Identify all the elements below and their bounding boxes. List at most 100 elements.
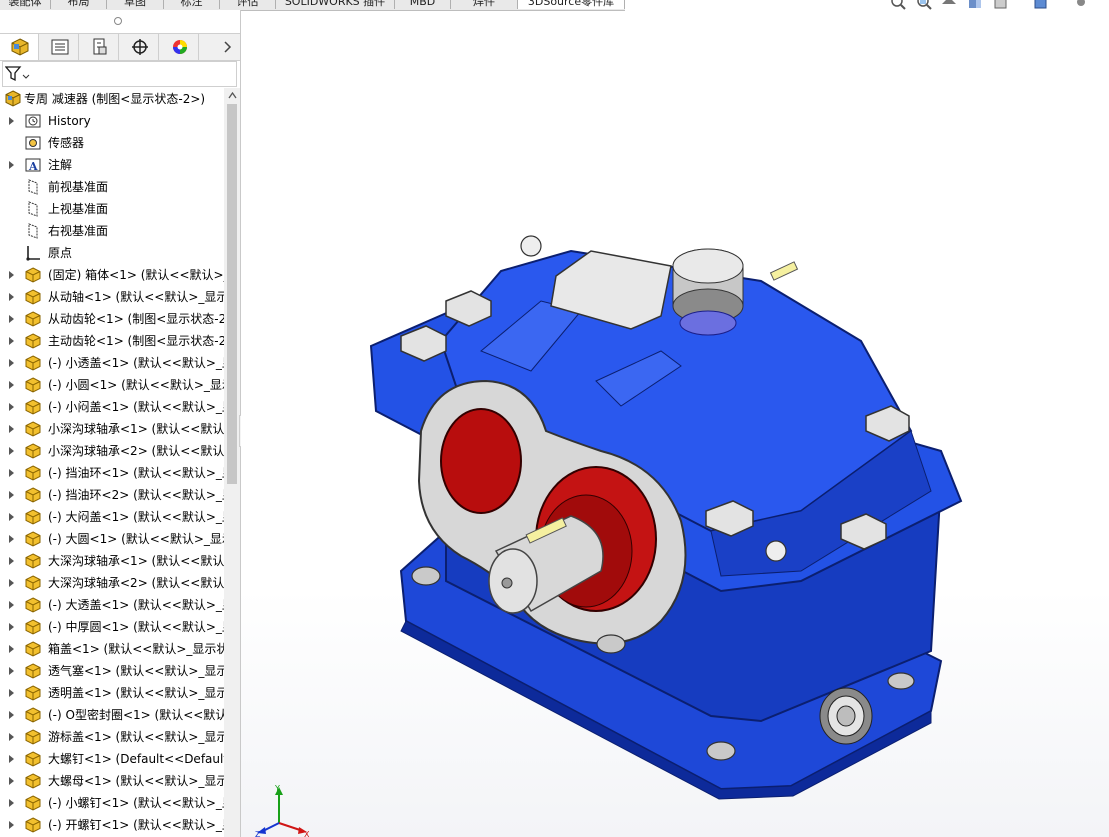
tree-item[interactable]: 大螺钉<1> (Default<<Default> — [0, 748, 224, 770]
expand-arrow-icon[interactable] — [8, 776, 16, 786]
scroll-up-icon[interactable] — [228, 92, 237, 99]
tree-item[interactable]: A 注解 — [0, 154, 224, 176]
part-icon — [25, 333, 41, 349]
expand-arrow-icon[interactable] — [8, 160, 16, 170]
expand-arrow-icon[interactable] — [8, 710, 16, 720]
expand-arrow-icon[interactable] — [8, 314, 16, 324]
tree-filter[interactable] — [2, 61, 237, 87]
tree-item[interactable]: (-) 小螺钉<1> (默认<<默认>_显 — [0, 792, 224, 814]
expand-arrow-icon[interactable] — [8, 292, 16, 302]
tab-weldments[interactable]: 焊件 — [451, 0, 518, 9]
expand-arrow-icon[interactable] — [8, 512, 16, 522]
tree-item[interactable]: (-) 开螺钉<1> (默认<<默认>_显 — [0, 814, 224, 836]
tree-item[interactable]: (-) 小闷盖<1> (默认<<默认>_显 — [0, 396, 224, 418]
expand-arrow-icon[interactable] — [8, 820, 16, 830]
expand-arrow-icon[interactable] — [8, 270, 16, 280]
expand-arrow-icon[interactable] — [8, 600, 16, 610]
tree-item[interactable]: 传感器 — [0, 132, 224, 154]
featuremanager-tab[interactable] — [0, 34, 39, 60]
display-style-icon[interactable] — [1032, 0, 1050, 10]
tab-3dsource-library[interactable]: 3DSource零件库 — [518, 0, 625, 9]
panel-grip[interactable] — [0, 10, 240, 32]
zoom-to-fit-icon[interactable] — [888, 0, 906, 10]
tree-item[interactable]: 大螺母<1> (默认<<默认>_显示 — [0, 770, 224, 792]
tree-item[interactable]: (-) O型密封圈<1> (默认<<默认 — [0, 704, 224, 726]
expand-arrow-icon[interactable] — [8, 380, 16, 390]
part-icon — [25, 531, 41, 547]
expand-arrow-icon[interactable] — [8, 622, 16, 632]
tree-item[interactable]: 小深沟球轴承<1> (默认<<默认>_ — [0, 418, 224, 440]
tree-item[interactable]: 上视基准面 — [0, 198, 224, 220]
expand-arrow-icon[interactable] — [8, 798, 16, 808]
tree-item[interactable]: 小深沟球轴承<2> (默认<<默认>_ — [0, 440, 224, 462]
tree-root-assembly[interactable]: 专周 减速器 (制图<显示状态-2>) — [0, 88, 224, 110]
tree-item[interactable]: 前视基准面 — [0, 176, 224, 198]
tree-item-label: 透气塞<1> (默认<<默认>_显示状 — [48, 664, 224, 678]
tree-item[interactable]: 大深沟球轴承<1> (默认<<默认>_ — [0, 550, 224, 572]
configurationmanager-tab[interactable] — [80, 34, 119, 60]
expand-arrow-icon[interactable] — [8, 358, 16, 368]
tree-item[interactable]: (-) 小圆<1> (默认<<默认>_显示 — [0, 374, 224, 396]
tree-item[interactable]: (-) 小透盖<1> (默认<<默认>_显 — [0, 352, 224, 374]
tree-item[interactable]: (-) 挡油环<1> (默认<<默认>_显 — [0, 462, 224, 484]
section-view-icon[interactable] — [966, 0, 984, 10]
tree-item[interactable]: 右视基准面 — [0, 220, 224, 242]
gear-reducer-model[interactable] — [241, 11, 1109, 837]
tree-scrollbar[interactable] — [224, 88, 240, 837]
expand-arrow-icon[interactable] — [8, 644, 16, 654]
tree-item[interactable]: 从动齿轮<1> (制图<显示状态-2 — [0, 308, 224, 330]
propertymanager-tab[interactable] — [40, 34, 79, 60]
tree-item[interactable]: 箱盖<1> (默认<<默认>_显示状 — [0, 638, 224, 660]
displaymanager-tab[interactable] — [160, 34, 199, 60]
tab-assembly[interactable]: 装配体 — [0, 0, 51, 9]
view-orientation-icon[interactable] — [992, 0, 1010, 10]
expand-arrow-icon[interactable] — [8, 424, 16, 434]
tab-sketch[interactable]: 草图 — [107, 0, 164, 9]
zoom-area-icon[interactable] — [914, 0, 932, 10]
expand-arrow-icon[interactable] — [8, 666, 16, 676]
dimxpertmanager-tab[interactable] — [120, 34, 159, 60]
tree-item[interactable]: 透气塞<1> (默认<<默认>_显示状 — [0, 660, 224, 682]
tree-item[interactable]: 透明盖<1> (默认<<默认>_显示 — [0, 682, 224, 704]
tree-item[interactable]: History — [0, 110, 224, 132]
tree-item[interactable]: 游标盖<1> (默认<<默认>_显示 — [0, 726, 224, 748]
expand-arrow-icon[interactable] — [8, 534, 16, 544]
scrollbar-thumb[interactable] — [227, 104, 237, 484]
expand-arrow-icon[interactable] — [8, 490, 16, 500]
expand-arrow-icon[interactable] — [8, 402, 16, 412]
tab-mbd[interactable]: MBD — [395, 0, 451, 9]
expand-arrow-icon[interactable] — [8, 754, 16, 764]
graphics-area[interactable]: Y X Z — [241, 11, 1109, 837]
tab-evaluate[interactable]: 评估 — [220, 0, 276, 9]
expand-arrow-icon[interactable] — [8, 468, 16, 478]
plane-icon — [28, 179, 38, 195]
expand-arrow-icon[interactable] — [8, 116, 16, 126]
tree-item[interactable]: 原点 — [0, 242, 224, 264]
tree-item-label: 上视基准面 — [48, 202, 109, 216]
tree-item[interactable]: (-) 大闷盖<1> (默认<<默认>_显 — [0, 506, 224, 528]
expand-arrow-icon[interactable] — [8, 336, 16, 346]
tab-markup[interactable]: 标注 — [164, 0, 220, 9]
part-icon — [25, 443, 41, 459]
tree-item[interactable]: (-) 中厚圆<1> (默认<<默认>_显 — [0, 616, 224, 638]
expand-arrow-icon[interactable] — [8, 556, 16, 566]
hide-show-icon[interactable] — [1072, 0, 1090, 10]
tree-item[interactable]: (固定) 箱体<1> (默认<<默认>_显 — [0, 264, 224, 286]
tree-item-label: History — [48, 114, 91, 128]
tree-item-label: (-) 挡油环<2> (默认<<默认>_显 — [48, 488, 224, 502]
tree-item[interactable]: 从动轴<1> (默认<<默认>_显示状 — [0, 286, 224, 308]
part-icon — [25, 773, 41, 789]
expand-arrow-icon[interactable] — [8, 688, 16, 698]
previous-view-icon[interactable] — [940, 0, 958, 10]
tree-item[interactable]: (-) 大透盖<1> (默认<<默认>_显 — [0, 594, 224, 616]
tree-item[interactable]: 大深沟球轴承<2> (默认<<默认>_ — [0, 572, 224, 594]
tab-solidworks-addins[interactable]: SOLIDWORKS 插件 — [276, 0, 395, 9]
expand-arrow-icon[interactable] — [8, 732, 16, 742]
tree-item[interactable]: (-) 大圆<1> (默认<<默认>_显示 — [0, 528, 224, 550]
tab-layout[interactable]: 布局 — [51, 0, 107, 9]
chevron-right-icon[interactable] — [221, 38, 235, 56]
expand-arrow-icon[interactable] — [8, 578, 16, 588]
expand-arrow-icon[interactable] — [8, 446, 16, 456]
tree-item[interactable]: (-) 挡油环<2> (默认<<默认>_显 — [0, 484, 224, 506]
tree-item[interactable]: 主动齿轮<1> (制图<显示状态-2 — [0, 330, 224, 352]
